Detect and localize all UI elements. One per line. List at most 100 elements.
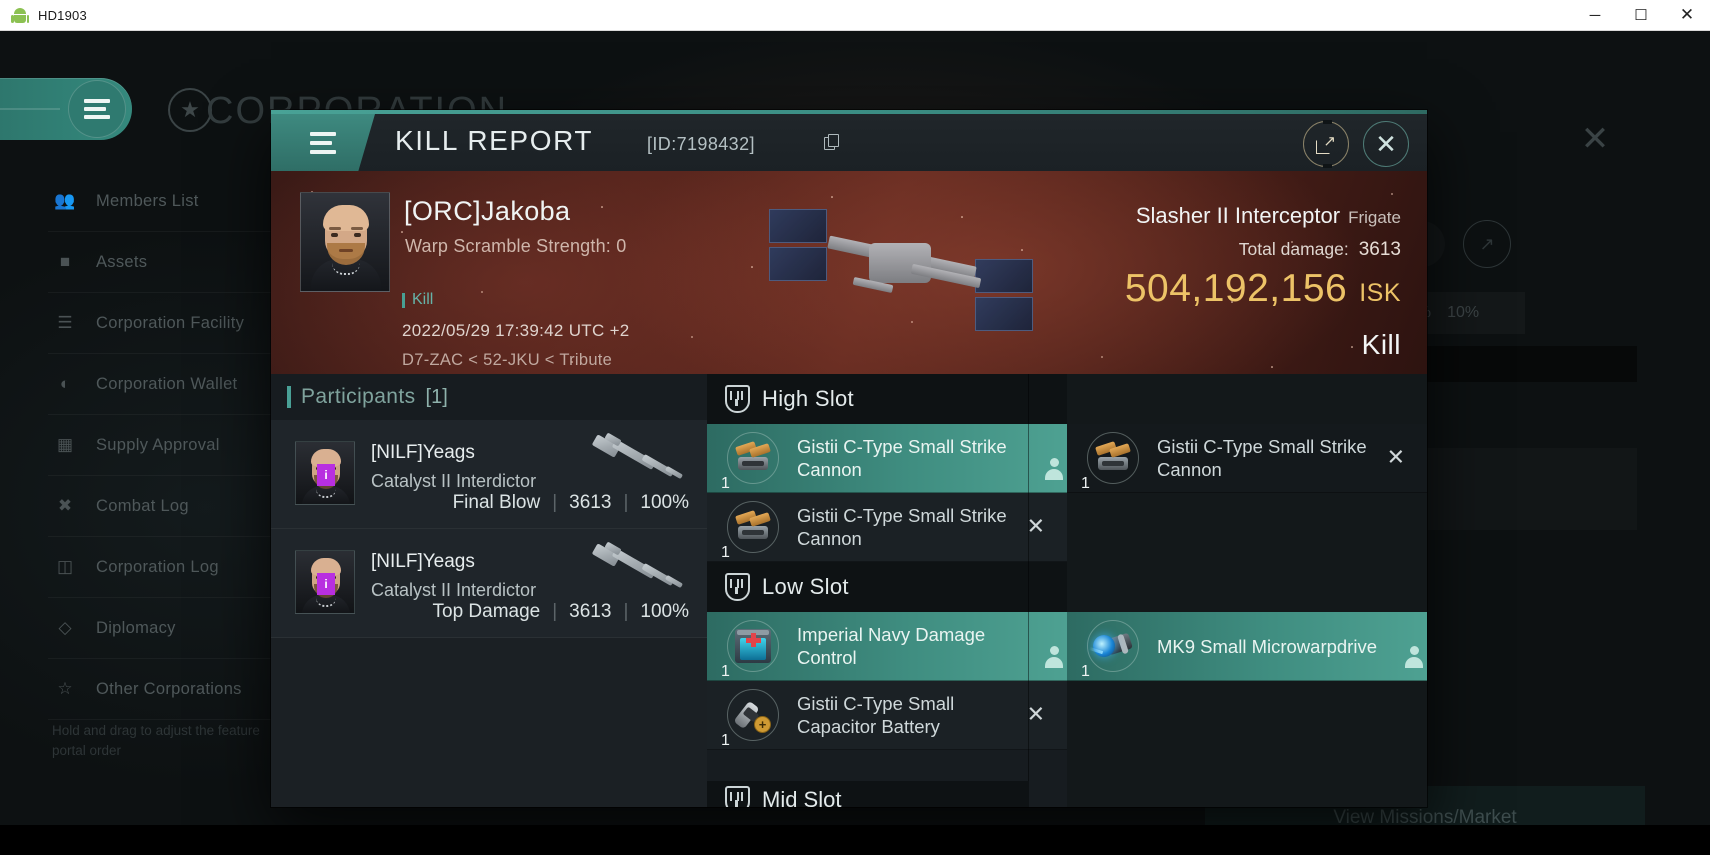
- participant-stat-label: Top Damage: [432, 601, 541, 622]
- microwarpdrive-icon: 1: [1081, 620, 1139, 680]
- sidebar-item-label: Supply Approval: [96, 435, 220, 454]
- kill-tag-label: Kill: [412, 291, 434, 308]
- external-link-icon: ↗: [1316, 134, 1336, 154]
- kill-timestamp: 2022/05/29 17:39:42 UTC +2: [402, 321, 630, 340]
- sidebar-item-diplomacy[interactable]: ◇ Diplomacy: [48, 598, 298, 659]
- victim-avatar: [300, 192, 390, 292]
- low-slot-label: Low Slot: [762, 574, 849, 599]
- space-station-artwork: [761, 203, 1051, 353]
- kill-tag: Kill: [402, 291, 433, 309]
- copy-id-icon[interactable]: [824, 134, 841, 152]
- android-app-icon: [11, 7, 29, 23]
- swords-icon: ✖: [57, 496, 73, 515]
- module-row[interactable]: 1 Gistii C-Type Small Strike Cannon ✕: [707, 493, 1067, 562]
- sidebar-item-corporation-facility[interactable]: ☰ Corporation Facility: [48, 293, 298, 354]
- hamburger-bar: [84, 115, 110, 119]
- x-icon: ✕: [1026, 513, 1045, 539]
- module-row[interactable]: 1 Imperial Navy Damage Control: [707, 612, 1067, 681]
- mid-slot-header-partial: Mid Slot: [707, 781, 1029, 807]
- box-icon: ■: [59, 252, 71, 271]
- maximize-button[interactable]: ☐: [1618, 0, 1664, 31]
- main-menu-button[interactable]: [68, 80, 126, 138]
- dialog-close-button[interactable]: ✕: [1363, 121, 1409, 167]
- x-icon: ✕: [1386, 444, 1405, 470]
- sidebar-item-label: Assets: [96, 252, 148, 271]
- cannon-icon: 1: [721, 501, 779, 561]
- table-row[interactable]: i [NILF]Yeags Catalyst II Interdictor Fi…: [271, 420, 707, 529]
- participants-header: Participants [1]: [271, 374, 707, 420]
- sidebar-item-corporation-log[interactable]: ◫ Corporation Log: [48, 537, 298, 598]
- participant-stats: Top Damage | 3613 | 100%: [433, 601, 690, 623]
- warp-scramble-strength: Warp Scramble Strength: 0: [405, 236, 627, 256]
- wallet-pie-icon: ◐: [59, 374, 71, 393]
- hamburger-bar: [310, 131, 336, 136]
- module-row[interactable]: 1 Gistii C-Type Small Strike Cannon: [707, 424, 1067, 493]
- share-external-link-button[interactable]: ↗: [1303, 120, 1349, 168]
- sidebar-item-label: Corporation Wallet: [96, 374, 238, 393]
- module-name: Gistii C-Type Small Strike Cannon: [797, 436, 1007, 480]
- participant-stat-label: Final Blow: [452, 492, 541, 513]
- participant-ship: Catalyst II Interdictor: [371, 471, 537, 491]
- sidebar-item-supply-approval[interactable]: ▦ Supply Approval: [48, 415, 298, 476]
- dialog-title: KILL REPORT: [395, 125, 594, 156]
- status-badge: i: [317, 573, 335, 595]
- module-row[interactable]: 1 MK9 Small Microwarpdrive: [1067, 612, 1427, 681]
- cannon-icon: 1: [1081, 432, 1139, 492]
- high-slot-header: High Slot: [707, 374, 1067, 424]
- kill-report-id: [ID:7198432]: [647, 134, 755, 154]
- total-damage: Total damage: 3613: [1239, 239, 1401, 261]
- module-quantity: 1: [1081, 663, 1090, 680]
- window-close-button[interactable]: ✕: [1664, 0, 1710, 31]
- dialog-menu-button[interactable]: [271, 114, 375, 171]
- participant-stats: Final Blow | 3613 | 100%: [453, 492, 689, 514]
- hamburger-bar: [310, 140, 332, 145]
- victim-name: [ORC]Jakoba: [404, 196, 571, 226]
- fitting-right-spacer-high: [1067, 374, 1427, 424]
- handshake-icon: ◇: [58, 618, 72, 637]
- ship-class: Frigate: [1348, 208, 1401, 227]
- dialog-header: KILL REPORT [ID:7198432] ↗ ✕: [271, 114, 1427, 171]
- module-state-marker: ✕: [1026, 513, 1045, 539]
- facility-icon: ☰: [57, 313, 73, 332]
- x-icon: ✕: [1026, 701, 1045, 727]
- star-circle-icon: ☆: [57, 679, 73, 698]
- window-titlebar: HD1903 ─ ☐ ✕: [0, 0, 1710, 31]
- module-name: Gistii C-Type Small Strike Cannon: [1157, 436, 1367, 480]
- damage-control-icon: 1: [721, 620, 779, 680]
- sidebar-item-assets[interactable]: ■ Assets: [48, 232, 298, 293]
- module-row[interactable]: 1 Gistii C-Type Small Strike Cannon ✕: [1067, 424, 1427, 493]
- participant-damage: 3613: [569, 492, 612, 513]
- participant-percent: 100%: [640, 492, 689, 513]
- hamburger-bar: [310, 149, 336, 154]
- fitting-right-empty-slot: [1067, 493, 1427, 562]
- stat-separator: |: [623, 492, 629, 513]
- minimize-button[interactable]: ─: [1572, 0, 1618, 31]
- isk-amount: 504,192,156: [1124, 267, 1348, 310]
- sidebar-item-other-corporations[interactable]: ☆ Other Corporations: [48, 659, 298, 720]
- slot-shield-icon: [725, 385, 750, 413]
- participant-ship-icon: [591, 432, 687, 486]
- module-quantity: 1: [721, 544, 730, 561]
- kill-banner: [ORC]Jakoba Warp Scramble Strength: 0 Ki…: [271, 171, 1427, 374]
- module-row[interactable]: + 1 Gistii C-Type Small Capacitor Batter…: [707, 681, 1067, 750]
- fitting-right-spacer-low: [1067, 562, 1427, 612]
- sidebar-item-label: Other Corporations: [96, 679, 242, 698]
- sidebar-item-combat-log[interactable]: ✖ Combat Log: [48, 476, 298, 537]
- background-external-link-icon[interactable]: ↗: [1463, 220, 1511, 268]
- background-close-icon[interactable]: ✕: [1567, 111, 1623, 167]
- participant-name: [NILF]Yeags: [371, 442, 475, 463]
- module-state-marker: ✕: [1386, 444, 1405, 470]
- module-quantity: 1: [1081, 475, 1090, 492]
- table-row[interactable]: i [NILF]Yeags Catalyst II Interdictor To…: [271, 529, 707, 638]
- kill-report-dialog: KILL REPORT [ID:7198432] ↗ ✕ [ORC]Jakoba…: [271, 110, 1427, 807]
- sidebar-item-members-list[interactable]: 👥 Members List: [48, 171, 298, 232]
- stat-separator: |: [552, 601, 558, 622]
- stat-separator: |: [552, 492, 558, 513]
- fitting-column-divider: [1028, 374, 1029, 807]
- low-slot-header: Low Slot: [707, 562, 1067, 612]
- supply-icon: ▦: [56, 435, 74, 454]
- sidebar-item-label: Combat Log: [96, 496, 189, 515]
- module-name: MK9 Small Microwarpdrive: [1157, 635, 1377, 657]
- kill-result-label: Kill: [1361, 329, 1401, 360]
- sidebar-item-corporation-wallet[interactable]: ◐ Corporation Wallet: [48, 354, 298, 415]
